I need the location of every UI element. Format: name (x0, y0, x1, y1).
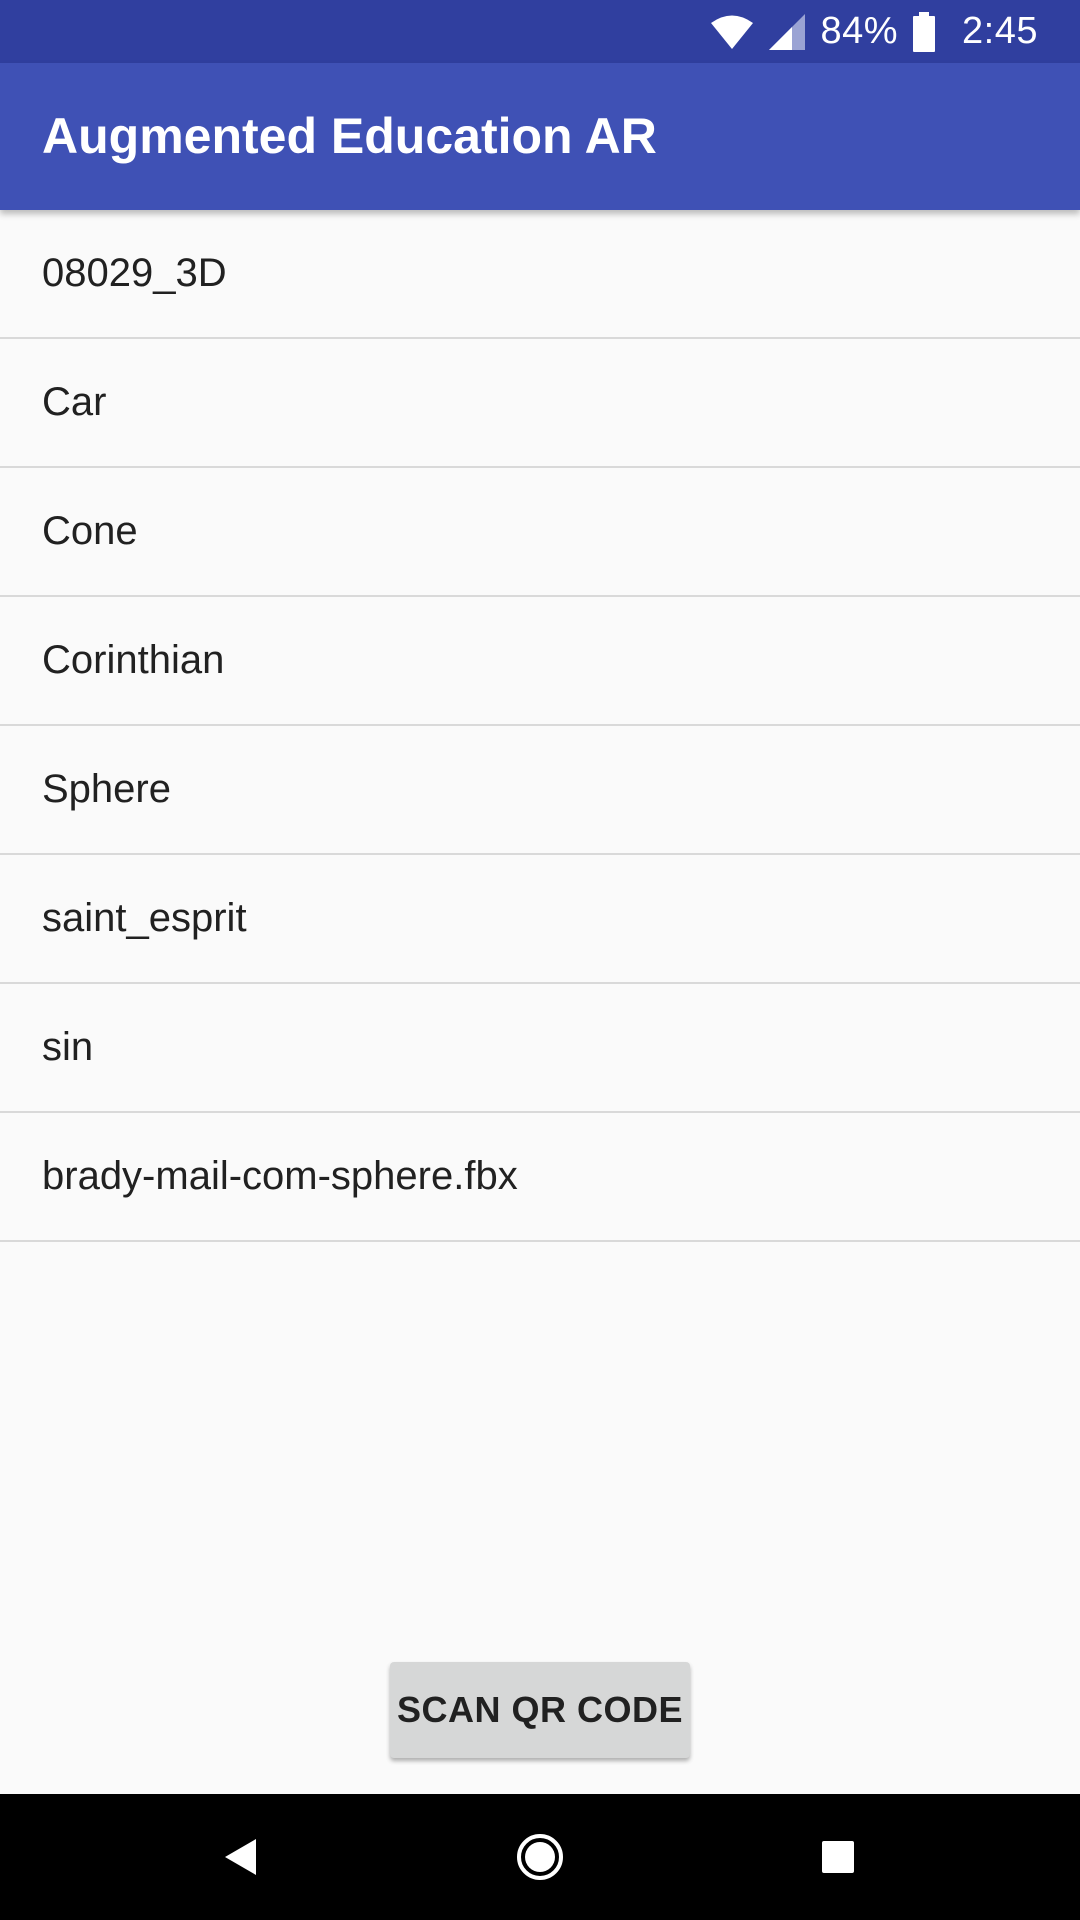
list-item-label: Corinthian (42, 638, 225, 682)
clock: 2:45 (962, 10, 1038, 52)
recents-button[interactable] (768, 1794, 908, 1920)
status-bar: 84% 2:45 (0, 0, 1080, 63)
list-item[interactable]: brady-mail-com-sphere.fbx (0, 1113, 1080, 1242)
list-item[interactable]: Car (0, 339, 1080, 468)
list-item[interactable]: Cone (0, 468, 1080, 597)
list-item-label: Sphere (42, 767, 171, 811)
list-item[interactable]: 08029_3D (0, 210, 1080, 339)
battery-icon (913, 11, 936, 52)
wifi-icon (711, 15, 754, 49)
list-item[interactable]: Corinthian (0, 597, 1080, 726)
list-item-label: saint_esprit (42, 896, 247, 940)
list-item-label: 08029_3D (42, 251, 227, 295)
navigation-bar (0, 1794, 1080, 1920)
status-right: 84% 2:45 (710, 0, 1038, 63)
list-item[interactable]: Sphere (0, 726, 1080, 855)
cell-signal-icon (769, 13, 806, 50)
list-item-label: brady-mail-com-sphere.fbx (42, 1154, 518, 1198)
screen: 84% 2:45 Augmented Education AR 08029_3D… (0, 0, 1080, 1920)
back-button[interactable] (170, 1794, 310, 1920)
app-title: Augmented Education AR (42, 108, 657, 164)
app-bar: Augmented Education AR (0, 63, 1080, 210)
recents-icon (822, 1841, 854, 1873)
model-list: 08029_3D Car Cone Corinthian Sphere sain… (0, 210, 1080, 1242)
list-item[interactable]: sin (0, 984, 1080, 1113)
list-item[interactable]: saint_esprit (0, 855, 1080, 984)
back-icon (225, 1839, 256, 1875)
scan-qr-code-button[interactable]: SCAN QR CODE (390, 1662, 690, 1758)
list-item-label: Cone (42, 509, 138, 553)
list-item-label: sin (42, 1025, 94, 1069)
home-button[interactable] (470, 1794, 610, 1920)
list-item-label: Car (42, 380, 107, 424)
home-icon (517, 1834, 563, 1880)
battery-percent: 84% (820, 10, 899, 52)
